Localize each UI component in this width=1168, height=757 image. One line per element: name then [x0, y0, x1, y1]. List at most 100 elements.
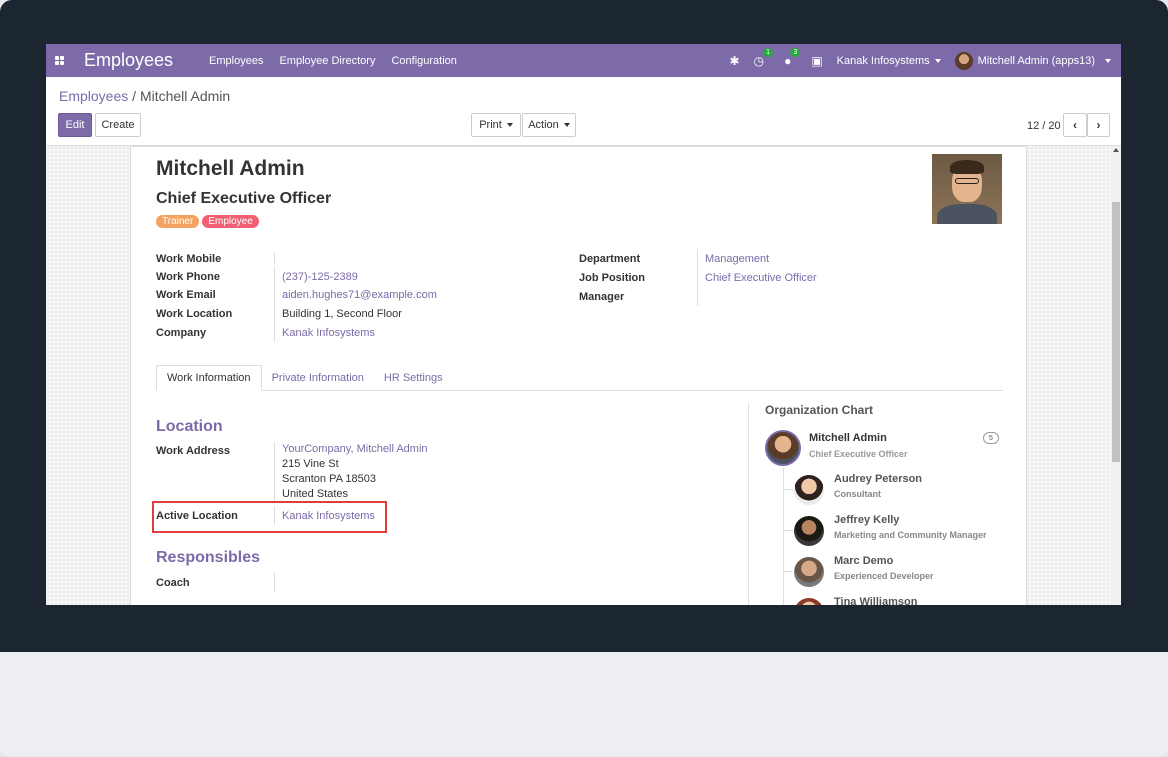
activity-badge: 1 — [763, 47, 774, 57]
apps-menu-icon[interactable] — [46, 44, 72, 77]
work-location-label: Work Location — [156, 307, 233, 320]
pager-value[interactable]: 12 / 20 — [1027, 120, 1061, 132]
work-location-value: Building 1, Second Floor — [274, 304, 402, 323]
breadcrumb-employees-link[interactable]: Employees — [59, 88, 128, 104]
field-job-position: Job Position Chief Executive Officer — [579, 268, 817, 287]
pager-next-button[interactable]: › — [1087, 113, 1110, 137]
tab-private-information[interactable]: Private Information — [262, 365, 374, 391]
print-dropdown-button[interactable]: Print — [471, 113, 521, 137]
messages-badge: 3 — [790, 47, 801, 57]
org-chart-divider — [748, 403, 749, 605]
debug-bug-icon[interactable]: ✱ — [730, 54, 740, 68]
org-subordinate[interactable]: Tina Williamson — [783, 596, 1003, 605]
menu-configuration[interactable]: Configuration — [391, 55, 456, 67]
org-subordinate[interactable]: Marc Demo Experienced Developer — [783, 555, 1003, 595]
company-name: Kanak Infosystems — [836, 54, 930, 67]
org-subordinate-name[interactable]: Audrey Peterson — [834, 473, 922, 485]
org-fields: Department Management Job Position Chief E… — [579, 249, 817, 306]
work-email-value[interactable]: aiden.hughes71@example.com — [274, 285, 437, 304]
field-work-location: Work Location Building 1, Second Floor — [156, 304, 437, 323]
vertical-scrollbar[interactable] — [1111, 146, 1121, 605]
address-street: 215 Vine St — [282, 458, 339, 470]
field-department: Department Management — [579, 249, 817, 268]
user-avatar — [954, 51, 973, 70]
employee-photo — [932, 154, 1002, 224]
company-switcher[interactable]: Kanak Infosystems — [837, 55, 941, 67]
tab-hr-settings[interactable]: HR Settings — [374, 365, 453, 391]
org-subordinate-avatar — [794, 516, 824, 546]
org-subordinate[interactable]: Jeffrey Kelly Marketing and Community Ma… — [783, 514, 1003, 554]
job-position-value[interactable]: Chief Executive Officer — [697, 268, 817, 287]
control-panel: Employees / Mitchell Admin Edit Create P… — [46, 77, 1121, 146]
org-main-role: Chief Executive Officer — [809, 449, 908, 459]
org-subordinate-avatar — [794, 598, 824, 605]
contact-fields: Work Mobile Work Phone (237)-125-2389 Wor… — [156, 249, 437, 342]
field-work-email: Work Email aiden.hughes71@example.com — [156, 285, 437, 304]
tab-work-information[interactable]: Work Information — [156, 365, 262, 391]
responsibles-section-title: Responsibles — [156, 549, 261, 566]
action-dropdown-button[interactable]: Action — [522, 113, 576, 137]
employee-tags: Trainer Employee — [156, 215, 259, 228]
company-value[interactable]: Kanak Infosystems — [274, 323, 375, 342]
user-name: Mitchell Admin (apps13) — [977, 54, 1095, 67]
gift-icon[interactable]: ▣ — [811, 54, 822, 68]
user-menu[interactable]: Mitchell Admin (apps13) — [954, 51, 1111, 70]
app-title[interactable]: Employees — [84, 50, 173, 71]
field-work-mobile: Work Mobile — [156, 249, 437, 268]
action-label: Action — [528, 119, 559, 131]
chevron-right-icon: › — [1096, 118, 1101, 132]
scrollbar-thumb[interactable] — [1112, 202, 1120, 462]
org-subordinate[interactable]: Audrey Peterson Consultant — [783, 473, 1003, 513]
field-manager: Manager — [579, 287, 817, 306]
org-chart-main-employee[interactable]: Mitchell Admin Chief Executive Officer 5 — [765, 430, 1005, 470]
org-subordinate-name[interactable]: Jeffrey Kelly — [834, 514, 899, 526]
field-work-phone: Work Phone (237)-125-2389 — [156, 267, 437, 286]
work-address-label: Work Address — [156, 445, 230, 457]
menu-employees[interactable]: Employees — [209, 55, 263, 67]
manager-label: Manager — [579, 290, 625, 303]
form-tabs: Work Information Private Information HR … — [156, 365, 1003, 391]
edit-button[interactable]: Edit — [58, 113, 92, 137]
job-position-label: Job Position — [579, 271, 645, 284]
company-label: Company — [156, 326, 207, 339]
tag-trainer[interactable]: Trainer — [156, 215, 200, 228]
activity-clock-icon[interactable]: ◷ 1 — [754, 47, 774, 68]
coach-value[interactable] — [274, 573, 284, 592]
work-email-label: Work Email — [156, 288, 216, 301]
coach-label: Coach — [156, 576, 190, 589]
scroll-up-arrow-icon[interactable] — [1113, 148, 1119, 152]
pager-previous-button[interactable]: ‹ — [1063, 113, 1087, 137]
highlight-box — [152, 501, 387, 533]
breadcrumb-current: Mitchell Admin — [139, 88, 231, 104]
chevron-left-icon: ‹ — [1073, 118, 1077, 132]
work-phone-value[interactable]: (237)-125-2389 — [274, 267, 358, 286]
org-subordinate-avatar — [794, 557, 824, 587]
org-subordinate-role: Experienced Developer — [834, 571, 934, 581]
form-content-area: Mitchell Admin Chief Executive Officer T… — [46, 146, 1121, 605]
employee-name: Mitchell Admin — [156, 157, 305, 180]
org-subordinate-name[interactable]: Marc Demo — [834, 555, 893, 567]
department-label: Department — [579, 252, 641, 265]
employee-job-title: Chief Executive Officer — [156, 190, 332, 207]
work-address-value: YourCompany, Mitchell Admin 215 Vine St … — [274, 442, 428, 502]
app-screen: Employees Employees Employee Directory C… — [46, 44, 1121, 605]
create-button[interactable]: Create — [95, 113, 141, 137]
print-label: Print — [479, 119, 502, 131]
address-partner-link[interactable]: YourCompany, Mitchell Admin — [282, 442, 428, 457]
breadcrumb-separator: / — [132, 88, 137, 104]
tag-employee[interactable]: Employee — [202, 215, 259, 228]
org-subordinate-avatar — [794, 475, 824, 505]
form-sheet: Mitchell Admin Chief Executive Officer T… — [130, 146, 1027, 605]
org-subordinate-name[interactable]: Tina Williamson — [834, 596, 917, 605]
messages-chat-icon[interactable]: ● 3 — [784, 47, 801, 68]
work-phone-label: Work Phone — [156, 270, 220, 283]
org-chart-title: Organization Chart — [765, 403, 874, 417]
menu-employee-directory[interactable]: Employee Directory — [279, 55, 375, 67]
org-subordinate-role: Consultant — [834, 489, 881, 499]
org-subordinate-count-badge[interactable]: 5 — [983, 432, 999, 444]
org-main-name[interactable]: Mitchell Admin — [809, 432, 887, 444]
department-value[interactable]: Management — [697, 249, 769, 268]
field-company: Company Kanak Infosystems — [156, 323, 437, 342]
org-main-avatar — [765, 430, 801, 466]
top-navbar: Employees Employees Employee Directory C… — [46, 44, 1121, 77]
